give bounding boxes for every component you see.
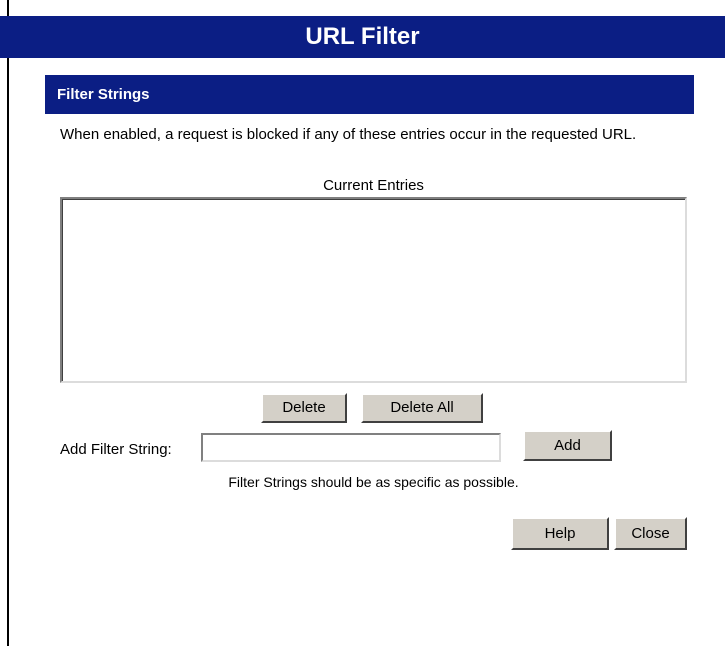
page-title-bar: URL Filter bbox=[0, 16, 725, 58]
add-button[interactable]: Add bbox=[523, 430, 612, 461]
add-filter-string-label: Add Filter String: bbox=[60, 441, 172, 458]
listbox-inner-frame bbox=[62, 199, 685, 381]
section-title: Filter Strings bbox=[57, 86, 150, 103]
filter-string-hint: Filter Strings should be as specific as … bbox=[228, 474, 519, 490]
page-title: URL Filter bbox=[305, 23, 420, 50]
section-description: When enabled, a request is blocked if an… bbox=[60, 126, 637, 143]
help-button[interactable]: Help bbox=[511, 517, 609, 550]
close-button[interactable]: Close bbox=[614, 517, 687, 550]
left-border-rule bbox=[7, 0, 9, 646]
current-entries-label: Current Entries bbox=[323, 177, 424, 194]
section-header: Filter Strings bbox=[45, 75, 694, 114]
current-entries-listbox[interactable] bbox=[60, 197, 687, 383]
delete-button[interactable]: Delete bbox=[261, 393, 347, 423]
delete-all-button[interactable]: Delete All bbox=[361, 393, 483, 423]
add-filter-string-input[interactable] bbox=[201, 433, 501, 462]
